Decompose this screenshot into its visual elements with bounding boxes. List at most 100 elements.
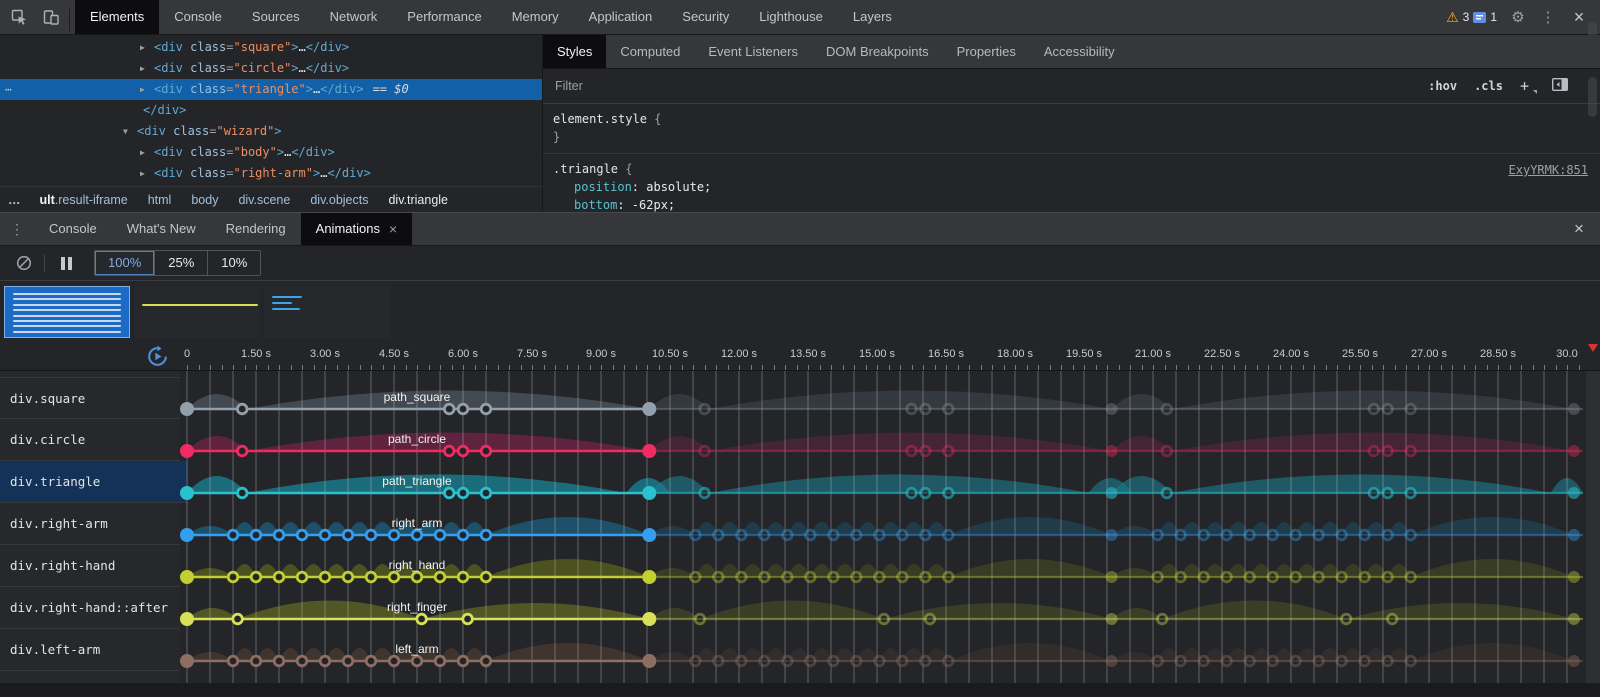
- drawer-tab-what-s-new[interactable]: What's New: [112, 213, 211, 245]
- ruler-tick: [774, 365, 775, 370]
- close-drawer-icon[interactable]: ×: [1558, 213, 1600, 245]
- ruler-tick: [1521, 365, 1522, 370]
- chevron-right-icon[interactable]: ▶: [140, 142, 145, 163]
- inspect-element-icon[interactable]: [3, 0, 35, 34]
- rule-source-link[interactable]: ExyYRMK:851: [1509, 161, 1588, 179]
- ruler-tick: [555, 365, 556, 370]
- style-rule[interactable]: .triangle {position: absolute;bottom: -6…: [543, 154, 1600, 212]
- tab-console[interactable]: Console: [159, 0, 237, 34]
- ruler-tick: [302, 365, 303, 370]
- playback-rate-25[interactable]: 25%: [154, 251, 207, 275]
- drawer-kebab-icon[interactable]: ⋮: [0, 213, 34, 245]
- breadcrumb-item-div-scene[interactable]: div.scene: [228, 187, 300, 212]
- styles-filter-input[interactable]: [553, 78, 857, 94]
- tree-row[interactable]: ▶ <div class="right-arm">…</div>: [0, 163, 542, 184]
- tree-row[interactable]: </div>: [0, 100, 542, 121]
- breadcrumb-item-div-triangle[interactable]: div.triangle: [378, 187, 458, 212]
- tree-row[interactable]: ▶<div class="square">…</div>: [0, 37, 542, 58]
- ruler-tick: [1533, 365, 1534, 370]
- tree-node-text: <div class="right-arm">…</div>: [154, 163, 371, 184]
- ruler-label: 15.00 s: [859, 348, 895, 360]
- ruler-tick: [716, 365, 717, 370]
- drawer-tab-console[interactable]: Console: [34, 213, 112, 245]
- row-more-icon[interactable]: ⋯: [5, 79, 13, 100]
- tab-application[interactable]: Application: [574, 0, 668, 34]
- ruler-tick: [509, 365, 510, 370]
- device-toolbar-icon[interactable]: [35, 0, 67, 34]
- ruler-label: 21.00 s: [1135, 348, 1171, 360]
- breadcrumb-item-body[interactable]: body: [181, 187, 228, 212]
- tab-layers[interactable]: Layers: [838, 0, 907, 34]
- ruler-tick: [1360, 365, 1361, 370]
- tree-row[interactable]: ▶ <div class="circle">…</div>: [0, 58, 542, 79]
- breadcrumb-item-ult-result-iframe[interactable]: ult.result-iframe: [30, 187, 138, 212]
- tab-lighthouse[interactable]: Lighthouse: [744, 0, 838, 34]
- tab-network[interactable]: Network: [315, 0, 393, 34]
- styles-tab-properties[interactable]: Properties: [943, 35, 1030, 68]
- warning-icon: ⚠: [1446, 10, 1459, 24]
- new-style-rule-button[interactable]: +: [1520, 77, 1535, 95]
- chevron-down-icon[interactable]: ▼: [123, 121, 128, 142]
- chevron-right-icon[interactable]: ▶: [140, 163, 145, 184]
- clear-all-icon[interactable]: [12, 255, 36, 271]
- ruler-tick: [1176, 365, 1177, 370]
- tree-node-text: <div class="wizard">: [137, 121, 282, 142]
- playback-rate-100[interactable]: 100%: [95, 251, 154, 275]
- styles-tab-computed[interactable]: Computed: [606, 35, 694, 68]
- styles-tab-accessibility[interactable]: Accessibility: [1030, 35, 1129, 68]
- toggle-hov[interactable]: :hov: [1428, 79, 1457, 93]
- pause-button[interactable]: [61, 257, 72, 270]
- drawer-tab-animations[interactable]: Animations×: [301, 213, 413, 245]
- styles-tab-styles[interactable]: Styles: [543, 35, 606, 68]
- animation-group-1-thumbnail[interactable]: [4, 286, 130, 338]
- tree-row[interactable]: ▶<div class="body">…</div>: [0, 142, 542, 163]
- breadcrumb-item-html[interactable]: html: [138, 187, 182, 212]
- settings-gear-icon[interactable]: ⚙: [1504, 8, 1532, 26]
- tree-node-text: <div class="circle">…</div>: [154, 58, 349, 79]
- tree-row[interactable]: ⋯▶<div class="triangle">…</div>== $0: [0, 79, 542, 100]
- ruler-tick: [1441, 365, 1442, 370]
- styles-panel: StylesComputedEvent ListenersDOM Breakpo…: [543, 35, 1600, 212]
- timeline-scrubber[interactable]: [1588, 344, 1598, 352]
- ruler-label: 1.50 s: [241, 348, 271, 360]
- sidebar-pane-toggle-icon[interactable]: [1552, 78, 1568, 94]
- ruler-tick: [1291, 365, 1292, 370]
- tab-sources[interactable]: Sources: [237, 0, 315, 34]
- ruler-tick: [475, 365, 476, 370]
- styles-toggle-group: :hov .cls +: [1428, 77, 1590, 95]
- ruler-label: 22.50 s: [1204, 348, 1240, 360]
- breadcrumb-item-div-objects[interactable]: div.objects: [300, 187, 378, 212]
- chevron-right-icon[interactable]: ▶: [140, 58, 145, 79]
- more-options-kebab-icon[interactable]: ⋮: [1534, 8, 1562, 26]
- close-tab-icon[interactable]: ×: [389, 222, 397, 236]
- style-rule[interactable]: element.style {}: [543, 104, 1600, 154]
- chevron-right-icon[interactable]: ▶: [140, 37, 145, 58]
- playback-rate-10[interactable]: 10%: [207, 251, 260, 275]
- animations-timeline[interactable]: path_squarepath_circlepath_triangleright…: [0, 371, 1600, 683]
- breadcrumb-item-more[interactable]: …: [0, 187, 30, 212]
- replay-button[interactable]: [146, 345, 169, 368]
- timeline-ruler[interactable]: 01.50 s3.00 s4.50 s6.00 s7.50 s9.00 s10.…: [0, 343, 1600, 371]
- tab-memory[interactable]: Memory: [497, 0, 574, 34]
- tree-row[interactable]: ▼ <div class="wizard">: [0, 121, 542, 142]
- ruler-tick: [946, 365, 947, 370]
- styles-tab-dom-breakpoints[interactable]: DOM Breakpoints: [812, 35, 943, 68]
- ruler-tick: [1096, 365, 1097, 370]
- drawer-tab-rendering[interactable]: Rendering: [211, 213, 301, 245]
- ruler-tick: [1165, 365, 1166, 370]
- tab-security[interactable]: Security: [667, 0, 744, 34]
- tracks-scrollbar[interactable]: [1586, 371, 1600, 683]
- animation-group-3-thumbnail[interactable]: [264, 286, 390, 338]
- animation-group-2-thumbnail[interactable]: [134, 286, 260, 338]
- styles-tab-event-listeners[interactable]: Event Listeners: [694, 35, 812, 68]
- issues-badge[interactable]: ⚠ 3 1: [1441, 10, 1502, 24]
- tab-performance[interactable]: Performance: [392, 0, 496, 34]
- ruler-tick: [394, 365, 395, 370]
- chevron-right-icon[interactable]: ▶: [140, 79, 145, 100]
- styles-scrollbar[interactable]: [1588, 77, 1597, 117]
- ruler-label: 13.50 s: [790, 348, 826, 360]
- toggle-cls[interactable]: .cls: [1474, 79, 1503, 93]
- tab-elements[interactable]: Elements: [75, 0, 159, 34]
- ruler-tick: [935, 365, 936, 370]
- ruler-tick: [1429, 365, 1430, 370]
